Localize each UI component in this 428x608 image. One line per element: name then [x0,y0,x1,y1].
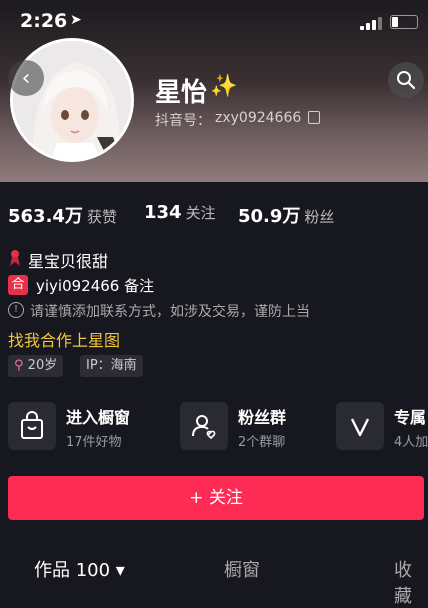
avatar-illustration [13,41,131,159]
stat-fans[interactable]: 50.9万 粉丝 [238,202,335,227]
warning-icon: ! [8,302,24,318]
sparkle-emoji: ✨ [210,74,238,99]
search-icon [397,71,416,90]
ip-tag-text: IP：海南 [86,358,137,373]
stat-likes[interactable]: 563.4万 获赞 [8,202,117,227]
battery-icon [390,15,418,29]
female-icon: ⚲ [14,358,24,373]
age-tag: ⚲ 20岁 [8,355,64,377]
ribbon-icon [10,250,20,266]
bio-line-1: 星宝贝很甜 [28,252,109,271]
stat-likes-label: 获赞 [86,208,117,226]
tab-works[interactable]: 作品 100 ▾ [34,556,125,582]
service-shop-window[interactable]: 进入橱窗 17件好物 [8,400,168,452]
service-exclusive-sub: 4人加 [394,435,428,450]
stat-likes-value: 563.4万 [8,206,83,227]
service-group-title: 粉丝群 [238,408,287,427]
douyin-id-label: 抖音号： [155,113,211,129]
service-shop-title: 进入橱窗 [66,408,131,427]
profile-header: 2:26 ➤ ‹ 星怡 ✨ 抖音号： zxy0924666 [0,0,428,182]
content-tabs: 作品 100 ▾ 橱窗 收藏 [0,546,428,607]
stat-following[interactable]: 134 关注 [144,202,216,226]
search-button[interactable] [388,62,424,98]
age-tag-text: 20岁 [27,358,58,373]
service-group-sub: 2个群聊 [238,435,286,450]
status-bar: 2:26 ➤ [0,0,428,40]
service-fan-group[interactable]: 粉丝群 2个群聊 [180,400,320,452]
chevron-left-icon: ‹ [21,65,31,91]
group-icon [180,402,228,450]
note-icon: 合 [8,275,28,295]
signal-icon [360,16,384,30]
douyin-id-value[interactable]: zxy0924666 [215,110,301,126]
avatar[interactable] [10,38,134,162]
v-icon [336,402,384,450]
service-exclusive-title: 专属 [394,408,427,427]
star-cooperation-link[interactable]: 找我合作上星图 [8,327,120,351]
location-arrow-icon: ➤ [70,12,82,28]
stat-fans-value: 50.9万 [238,206,301,227]
service-shop-sub: 17件好物 [66,435,122,450]
profile-name: 星怡 [155,78,208,108]
stat-fans-label: 粉丝 [304,208,335,226]
ip-tag: IP：海南 [80,355,143,377]
shopping-bag-icon [8,402,56,450]
stat-following-label: 关注 [185,204,216,222]
copy-icon[interactable] [308,111,320,124]
follow-button[interactable]: + 关注 [8,476,424,520]
service-exclusive[interactable]: 专属 4人加 [336,400,428,452]
stat-following-value: 134 [144,202,182,223]
status-time: 2:26 [20,10,68,32]
tab-favorites[interactable]: 收藏 [394,556,428,608]
back-button[interactable]: ‹ [8,60,44,96]
bio-line-2: yiyi092466 备注 [36,277,155,295]
tab-shop-window[interactable]: 橱窗 [224,556,260,582]
safety-warning: 请谨慎添加联系方式，如涉及交易，谨防上当 [30,304,310,320]
